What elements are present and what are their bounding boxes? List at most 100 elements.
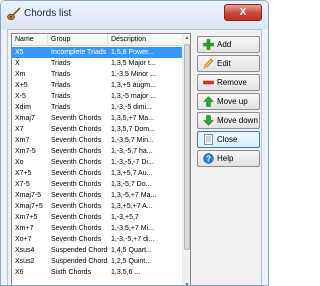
row-group-cell: Triads [51, 104, 71, 111]
row-name-cell: Xm7 [15, 137, 30, 144]
edit-button-label: Edit [217, 59, 231, 68]
edit-button[interactable]: Edit [197, 55, 260, 72]
vertical-scrollbar[interactable]: ▲ ▼ [182, 34, 190, 285]
row-name-cell: X [15, 60, 20, 67]
row-description-cell: 1,-3,-5 dimi... [111, 104, 152, 111]
column-header-group[interactable]: Group [48, 34, 108, 46]
list-row[interactable]: Xm7-5 Seventh Chords 1,-3,-5,7 ha... [12, 146, 183, 157]
row-description-cell: 1,2,5 Quint... [111, 258, 152, 265]
row-name-cell: Xm+7 [15, 225, 34, 232]
list-row[interactable]: Xmaj7+5 Seventh Chords 1,3,+5,+7 A... [12, 201, 183, 212]
column-header-description[interactable]: Description [108, 34, 183, 46]
move-down-button[interactable]: Move down [197, 112, 260, 129]
list-row[interactable]: X5 Incomplete Triads 1,5,8 Power... [12, 47, 183, 58]
remove-button-label: Remove [217, 78, 247, 87]
row-group-cell: Seventh Chords [51, 148, 102, 155]
help-button[interactable]: ? Help [197, 150, 260, 167]
list-row[interactable]: Xo+7 Seventh Chords 1,-3,-5,+7 di... [12, 234, 183, 245]
chords-list-view[interactable]: Name Group Description X5 Incomplete Tria… [11, 33, 191, 285]
question-icon: ? [203, 153, 214, 164]
row-name-cell: X7-5 [15, 181, 30, 188]
row-group-cell: Seventh Chords [51, 159, 102, 166]
move-up-button[interactable]: Move up [197, 93, 260, 110]
row-description-cell: 1,-3,+5,7 [111, 214, 139, 221]
row-description-cell: 1,3,5,+7 Ma... [111, 115, 154, 122]
list-row[interactable]: Xm Triads 1,-3,5 Minor ... [12, 69, 183, 80]
list-row[interactable]: Xm7+5 Seventh Chords 1,-3,+5,7 [12, 212, 183, 223]
row-group-cell: Triads [51, 82, 71, 89]
row-name-cell: Xmaj7+5 [15, 203, 43, 210]
row-description-cell: 1,5,8 Power... [111, 49, 154, 56]
row-description-cell: 1,3,+5 augm... [111, 82, 156, 89]
add-button-label: Add [217, 40, 232, 49]
row-description-cell: 1,3,-5,7 Do... [111, 181, 152, 188]
list-row[interactable]: Xdim Triads 1,-3,-5 dimi... [12, 102, 183, 113]
row-group-cell: Triads [51, 93, 71, 100]
title-bar[interactable]: Chords list X [1, 1, 268, 29]
row-name-cell: X7+5 [15, 170, 32, 177]
list-row[interactable]: Xmaj7-5 Seventh Chords 1,3,-5,+7 Ma... [12, 190, 183, 201]
row-name-cell: Xo+7 [15, 236, 32, 243]
row-name-cell: X-5 [15, 93, 26, 100]
row-group-cell: Seventh Chords [51, 170, 102, 177]
add-button[interactable]: Add [197, 36, 260, 53]
guitar-icon [7, 7, 21, 21]
row-description-cell: 1,-3,5 Minor ... [111, 71, 157, 78]
row-description-cell: 1,-3,5,+7 Mi... [111, 225, 154, 232]
arrow-up-icon [202, 96, 215, 107]
scrollbar-thumb[interactable] [184, 44, 190, 250]
row-name-cell: X6 [15, 269, 24, 276]
list-row[interactable]: Xsus4 Suspended Chords 1,4,5 Quart... [12, 245, 183, 256]
row-group-cell: Seventh Chords [51, 192, 102, 199]
help-button-label: Help [217, 154, 234, 163]
row-description-cell: 1,3,+5,+7 A... [111, 203, 153, 210]
row-name-cell: Xm7-5 [15, 148, 36, 155]
arrow-down-icon [202, 115, 215, 126]
row-group-cell: Suspended Chords [51, 258, 108, 265]
list-row[interactable]: Xo Seventh Chords 1,-3,-5,-7 Di... [12, 157, 183, 168]
list-row[interactable]: Xm7 Seventh Chords 1,-3,5,7 Min... [12, 135, 183, 146]
row-description-cell: 1,3,+5,7 Au... [111, 170, 153, 177]
list-header: Name Group Description [12, 34, 183, 46]
list-row[interactable]: X7 Seventh Chords 1,3,5,7 Dom... [12, 124, 183, 135]
row-name-cell: Xm7+5 [15, 214, 38, 221]
column-header-name[interactable]: Name [12, 34, 48, 46]
list-row[interactable]: Xmaj7 Seventh Chords 1,3,5,+7 Ma... [12, 113, 183, 124]
scroll-down-icon[interactable]: ▼ [183, 281, 190, 285]
list-row[interactable]: X+5 Triads 1,3,+5 augm... [12, 80, 183, 91]
window-title: Chords list [24, 8, 72, 19]
row-description-cell: 1,-3,-5,+7 di... [111, 236, 155, 243]
pencil-icon [203, 58, 214, 69]
row-name-cell: Xdim [15, 104, 31, 111]
row-group-cell: Seventh Chords [51, 236, 102, 243]
list-row[interactable]: X6 Sixth Chords 1,3,5,6 ... [12, 267, 183, 278]
list-rows: X5 Incomplete Triads 1,5,8 Power... X Triads… [12, 47, 183, 278]
move-up-button-label: Move up [217, 97, 248, 106]
chords-list-window: Chords list X Name Group Description X5 I… [0, 0, 269, 286]
list-row[interactable]: X7-5 Seventh Chords 1,3,-5,7 Do... [12, 179, 183, 190]
row-group-cell: Suspended Chords [51, 247, 108, 254]
row-name-cell: Xm [15, 71, 26, 78]
remove-button[interactable]: Remove [197, 74, 260, 91]
list-row[interactable]: X-5 Triads 1,3,-5 major ... [12, 91, 183, 102]
row-name-cell: Xsus4 [15, 247, 35, 254]
row-name-cell: Xo [15, 159, 24, 166]
list-row[interactable]: Xsus2 Suspended Chords 1,2,5 Quint... [12, 256, 183, 267]
list-row[interactable]: X Triads 1,3,5 Major t... [12, 58, 183, 69]
row-group-cell: Sixth Chords [51, 269, 92, 276]
row-description-cell: 1,-3,-5,7 ha... [111, 148, 153, 155]
row-name-cell: X5 [15, 49, 24, 56]
list-row[interactable]: X7+5 Seventh Chords 1,3,+5,7 Au... [12, 168, 183, 179]
close-window-button[interactable]: X [224, 4, 262, 21]
plus-icon [203, 39, 214, 50]
svg-text:?: ? [206, 154, 211, 163]
list-row[interactable]: Xm+7 Seventh Chords 1,-3,5,+7 Mi... [12, 223, 183, 234]
row-group-cell: Seventh Chords [51, 203, 102, 210]
row-description-cell: 1,3,5,6 ... [111, 269, 141, 276]
document-icon [203, 134, 214, 145]
row-name-cell: X7 [15, 126, 24, 133]
row-name-cell: Xmaj7 [15, 115, 35, 122]
scroll-up-icon[interactable]: ▲ [183, 34, 190, 43]
row-description-cell: 1,-3,-5,-7 Di... [111, 159, 154, 166]
close-button[interactable]: Close [197, 131, 260, 148]
